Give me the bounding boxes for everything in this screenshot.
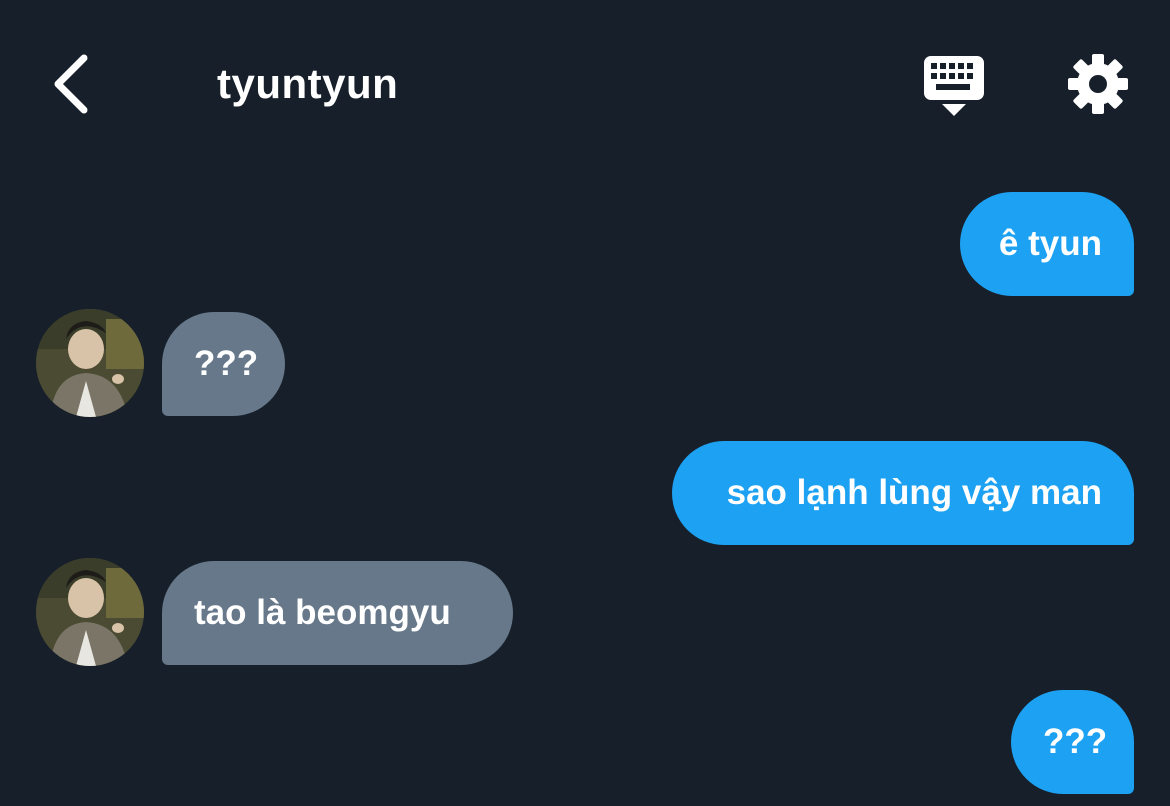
avatar-photo <box>36 309 144 417</box>
message-bubble-sent[interactable]: sao lạnh lùng vậy man <box>672 441 1134 545</box>
message-bubble-received[interactable]: tao là beomgyu <box>162 561 513 665</box>
avatar-photo <box>36 558 144 666</box>
chat-screen: tyuntyun ê tyun ??? sao lạnh lùng vậy ma… <box>0 0 1170 806</box>
back-button[interactable] <box>40 52 100 116</box>
message-bubble-sent[interactable]: ê tyun <box>960 192 1134 296</box>
keyboard-button[interactable] <box>918 52 990 120</box>
chevron-left-icon <box>54 54 88 114</box>
keyboard-icon <box>924 56 984 116</box>
message-bubble-received[interactable]: ??? <box>162 312 285 416</box>
message-bubble-sent[interactable]: ??? <box>1011 690 1134 794</box>
conversation-title[interactable]: tyuntyun <box>217 58 398 110</box>
avatar[interactable] <box>36 558 144 666</box>
avatar[interactable] <box>36 309 144 417</box>
settings-button[interactable] <box>1064 52 1132 116</box>
gear-icon <box>1068 54 1128 114</box>
